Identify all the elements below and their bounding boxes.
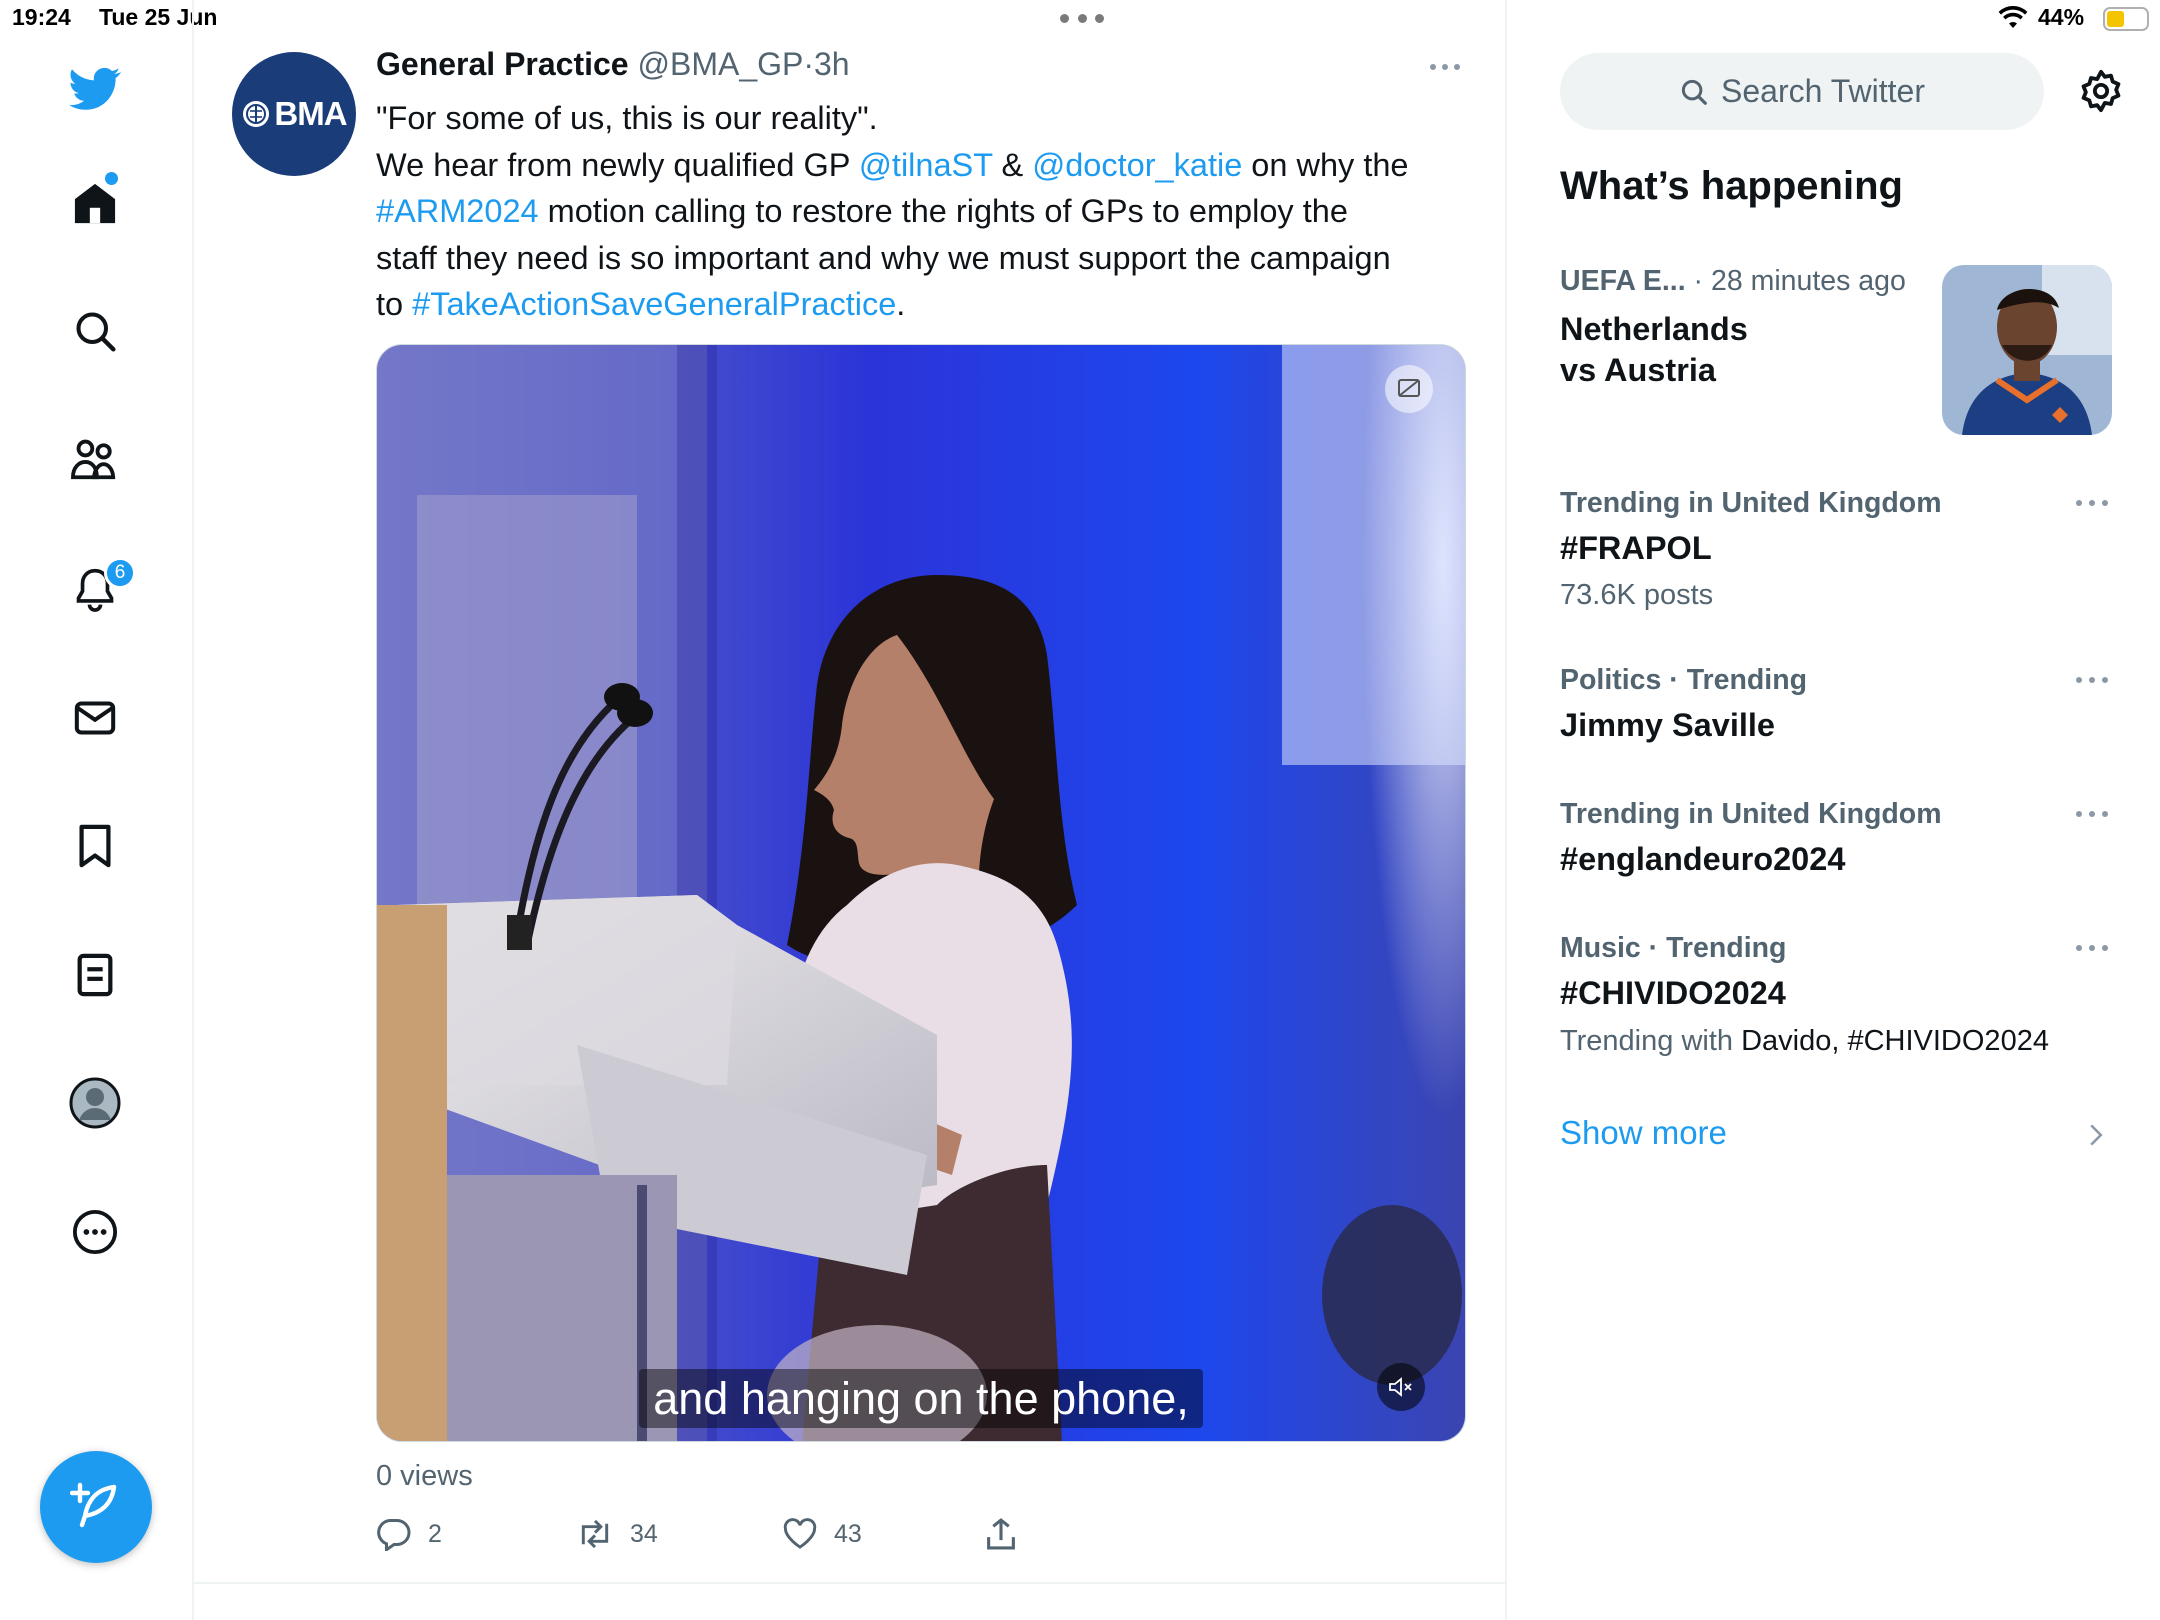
- bookmarks-icon[interactable]: [62, 813, 128, 879]
- search-icon: [1681, 79, 1707, 105]
- tweet-text-line: "For some of us, this is our reality".: [376, 100, 878, 136]
- wifi-icon: [1998, 6, 2028, 30]
- tweet-header: General Practice @BMA_GP·3h: [376, 46, 850, 83]
- twitter-bird-icon[interactable]: [62, 56, 128, 122]
- trend-context-text: Music · Trending: [1560, 932, 1787, 964]
- tweet-video[interactable]: and hanging on the phone,: [376, 344, 1466, 1442]
- trend-more-icon[interactable]: [2076, 938, 2108, 958]
- trend-context: Trending in United Kingdom: [1560, 487, 1942, 520]
- trend-context-text: Trending in United Kingdom: [1560, 487, 1942, 519]
- more-dots-icon[interactable]: [1060, 14, 1104, 24]
- show-more-link[interactable]: Show more: [1560, 1114, 1727, 1152]
- search-placeholder: Search Twitter: [1721, 73, 1925, 109]
- trend-posts: 73.6K posts: [1560, 579, 1714, 611]
- video-frame-image: [377, 345, 1465, 1441]
- event-time: · 28 minutes ago: [1685, 265, 1906, 297]
- tweet-text-segment: We hear from newly qualified GP: [376, 146, 859, 183]
- trend-title[interactable]: #FRAPOL: [1560, 530, 1712, 567]
- bma-logo-icon: [243, 101, 270, 127]
- tweet-divider: [192, 1582, 1505, 1584]
- trend-title[interactable]: #CHIVIDO2024: [1560, 975, 1786, 1012]
- notifications-badge: 6: [104, 557, 136, 589]
- heart-icon: [783, 1518, 817, 1549]
- trend-more-icon[interactable]: [2076, 670, 2108, 690]
- battery-icon: [2103, 7, 2149, 31]
- tweet-time[interactable]: 3h: [814, 46, 850, 82]
- search-input[interactable]: Search Twitter: [1560, 53, 2044, 130]
- tweet-views: 0 views: [376, 1460, 473, 1492]
- tweet-text-segment: on why the: [1242, 146, 1409, 183]
- settings-gear-icon[interactable]: [2078, 68, 2124, 114]
- event-meta[interactable]: UEFA E... · 28 minutes ago: [1560, 265, 1906, 298]
- video-caption-text: and hanging on the phone,: [639, 1369, 1203, 1428]
- event-title-line[interactable]: vs Austria: [1560, 352, 1716, 389]
- trend-context: Politics · Trending: [1560, 664, 1807, 697]
- reply-button[interactable]: 2: [376, 1512, 442, 1556]
- hashtag-link[interactable]: #ARM2024: [376, 193, 539, 229]
- trend-context-text: Trending in United Kingdom: [1560, 798, 1942, 830]
- like-count: 43: [834, 1519, 862, 1548]
- mute-toggle-icon[interactable]: [1377, 1363, 1425, 1411]
- divider-right: [1505, 0, 1507, 1620]
- compose-tweet-button[interactable]: [40, 1451, 152, 1563]
- trend-context: Music · Trending: [1560, 932, 1786, 965]
- event-title-line[interactable]: Netherlands: [1560, 311, 1748, 348]
- status-time: 19:24: [12, 4, 71, 30]
- trend-with-label: Trending with: [1560, 1025, 1742, 1057]
- reply-count: 2: [428, 1519, 442, 1548]
- trend-with-topics[interactable]: Davido, #CHIVIDO2024: [1741, 1025, 2049, 1057]
- status-date: Tue 25 Jun: [99, 4, 218, 30]
- share-button[interactable]: [984, 1512, 1018, 1556]
- tweet-text-segment: &: [992, 146, 1033, 183]
- profile-avatar-icon[interactable]: [62, 1070, 128, 1136]
- tweet-text-segment: .: [896, 286, 906, 322]
- trend-more-icon[interactable]: [2076, 804, 2108, 824]
- battery-percent: 44%: [2038, 4, 2085, 30]
- tweet-text: "For some of us, this is our reality". W…: [376, 95, 1466, 328]
- messages-envelope-icon[interactable]: [62, 685, 128, 751]
- mention-link[interactable]: @doctor_katie: [1032, 147, 1242, 183]
- reply-icon: [377, 1518, 411, 1551]
- tweet-author-handle[interactable]: @BMA_GP: [637, 46, 803, 82]
- video-caption: and hanging on the phone,: [377, 1369, 1465, 1428]
- tweet-text-segment: to: [376, 286, 413, 322]
- hashtag-link[interactable]: #TakeActionSaveGeneralPractice: [412, 286, 896, 322]
- divider-left: [192, 0, 194, 1620]
- lists-icon[interactable]: [62, 942, 128, 1008]
- trend-title[interactable]: Jimmy Saville: [1560, 707, 1775, 744]
- compose-feather-icon: [70, 1482, 117, 1528]
- tweet-more-icon[interactable]: [1430, 64, 1460, 72]
- tweet-author-name[interactable]: General Practice: [376, 46, 629, 82]
- trend-more-icon[interactable]: [2076, 493, 2108, 513]
- event-category: UEFA E...: [1560, 265, 1686, 297]
- communities-icon[interactable]: [62, 427, 128, 493]
- retweet-count: 34: [630, 1519, 658, 1548]
- event-thumbnail[interactable]: [1942, 265, 2112, 435]
- mention-link[interactable]: @tilnaST: [859, 147, 993, 183]
- tweet-separator: ·: [803, 46, 814, 82]
- home-icon[interactable]: [62, 170, 128, 236]
- search-icon[interactable]: [62, 298, 128, 364]
- trend-title[interactable]: #englandeuro2024: [1560, 841, 1845, 878]
- tweet-avatar[interactable]: BMA: [232, 52, 356, 176]
- chevron-right-icon: [2088, 1122, 2104, 1148]
- media-settings-icon[interactable]: [1385, 365, 1433, 413]
- more-options-icon[interactable]: [62, 1199, 128, 1265]
- trend-context-text: Politics · Trending: [1560, 664, 1808, 696]
- trend-with: Trending with Davido, #CHIVIDO2024: [1560, 1025, 2049, 1058]
- whats-happening-heading: What’s happening: [1560, 164, 1903, 208]
- retweet-icon: [581, 1519, 609, 1549]
- retweet-button[interactable]: 34: [576, 1512, 658, 1556]
- tweet-text-line: staff they need is so important and why …: [376, 239, 1391, 276]
- tweet-text-segment: motion calling to restore the rights of …: [538, 193, 1348, 229]
- trend-context: Trending in United Kingdom: [1560, 798, 1942, 831]
- like-button[interactable]: 43: [782, 1512, 862, 1556]
- avatar-text: BMA: [274, 95, 347, 132]
- home-indicator-dot: [105, 172, 118, 185]
- share-icon: [987, 1518, 1015, 1550]
